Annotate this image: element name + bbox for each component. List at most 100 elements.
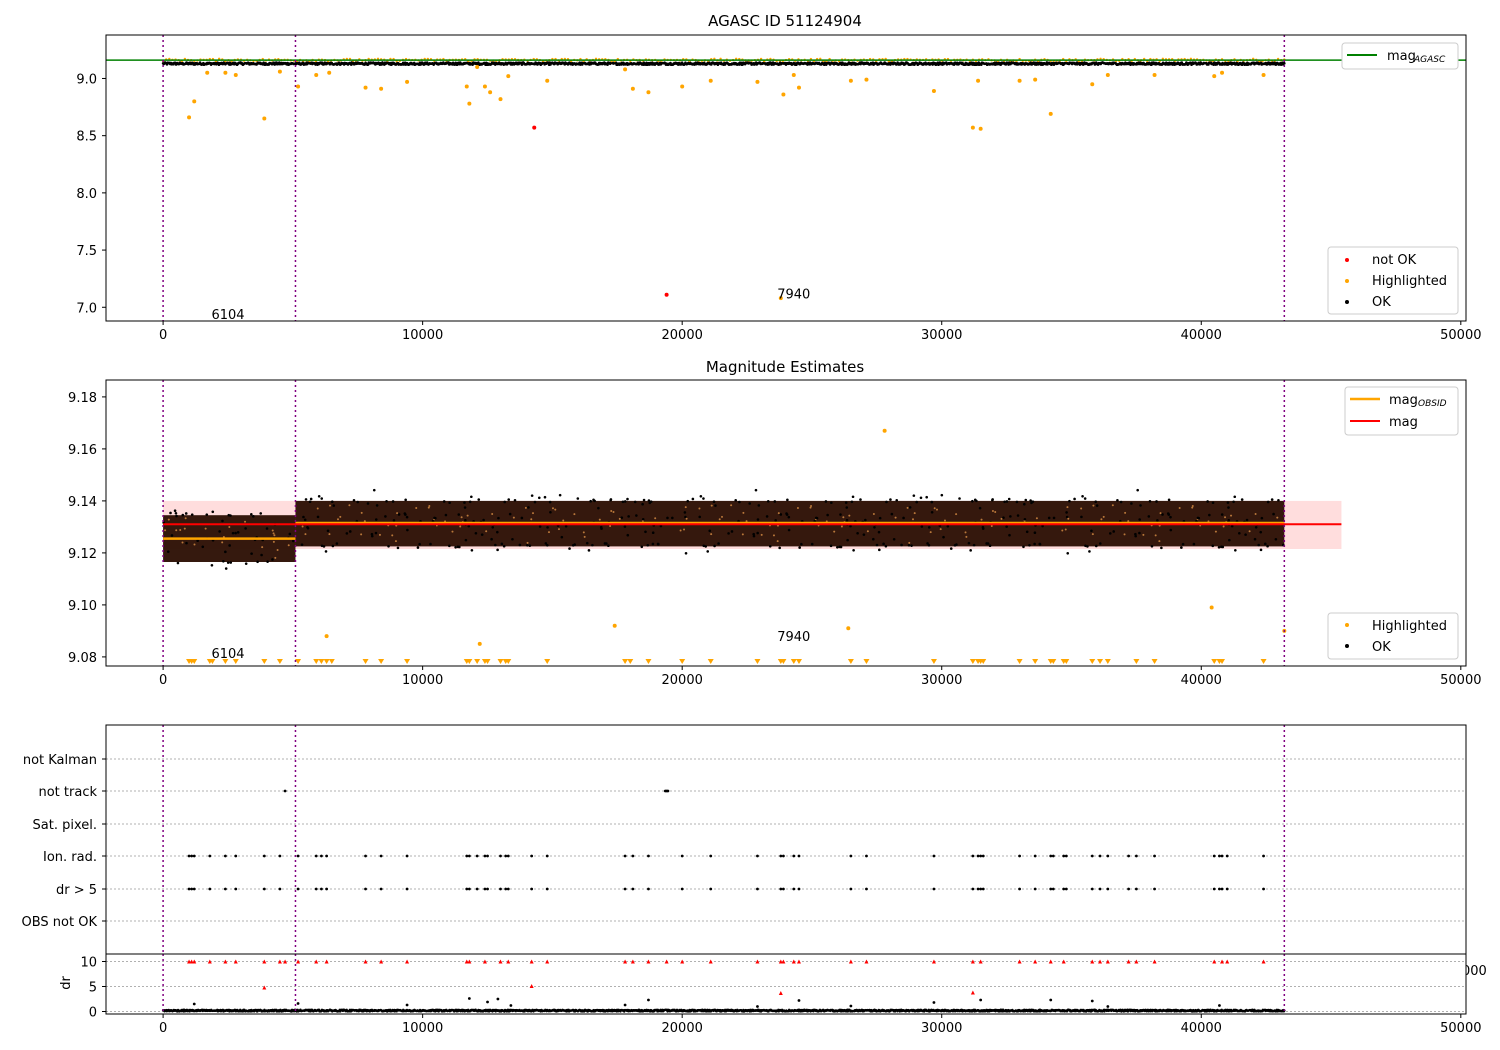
ok-point xyxy=(946,524,950,528)
ok-point xyxy=(1208,513,1211,517)
ok-point xyxy=(474,531,478,535)
ok-point xyxy=(167,518,170,521)
ok-point xyxy=(885,500,888,504)
flag-point xyxy=(1220,854,1224,858)
ok-point xyxy=(244,562,248,565)
y-tick-label: 9.14 xyxy=(68,495,97,510)
ok-point xyxy=(872,513,875,516)
flag-point xyxy=(223,854,227,858)
ok-point xyxy=(1206,500,1209,503)
ok-point xyxy=(929,531,932,534)
ok-point xyxy=(520,516,524,520)
ok-point xyxy=(259,512,263,515)
ok-point xyxy=(470,495,473,499)
flag-point xyxy=(187,854,191,858)
ok-point xyxy=(464,538,468,542)
ok-point xyxy=(889,498,892,501)
legend-line-subscript: AGASC xyxy=(1413,55,1446,65)
flag-point xyxy=(1064,887,1068,891)
ok-point xyxy=(684,551,688,555)
ok-point xyxy=(1217,546,1221,549)
highlighted-point xyxy=(755,79,760,84)
ok-point xyxy=(558,493,562,497)
ok-point xyxy=(185,541,188,545)
ok-point xyxy=(840,525,843,528)
ok-point xyxy=(884,544,888,548)
ok-point xyxy=(1257,543,1261,547)
legend-markers: not OKHighlightedOK xyxy=(1327,246,1459,315)
ok-point xyxy=(460,516,463,519)
ok-point xyxy=(1233,495,1237,499)
ok-point xyxy=(470,548,474,552)
ok-point xyxy=(366,502,370,505)
obsid-label: 6104 xyxy=(211,647,244,662)
category-label: Sat. pixel. xyxy=(33,818,97,833)
ok-point xyxy=(1102,515,1105,518)
ok-point xyxy=(374,518,378,521)
flag-point xyxy=(1090,887,1094,891)
flag-point xyxy=(709,854,713,858)
ok-point xyxy=(742,511,745,514)
ok-point xyxy=(912,494,916,497)
ok-point xyxy=(564,524,568,528)
ok-point xyxy=(683,511,687,514)
ok-point xyxy=(418,542,421,546)
ok-point xyxy=(943,519,946,522)
highlighted-point xyxy=(781,92,786,97)
ok-point xyxy=(851,495,855,499)
ok-point xyxy=(1047,516,1051,520)
highlighted-point xyxy=(970,125,975,130)
flag-point xyxy=(208,887,212,891)
ok-point xyxy=(480,533,484,536)
flag-point xyxy=(190,854,194,858)
ok-point xyxy=(274,556,277,559)
ok-point xyxy=(845,518,849,522)
flag-point xyxy=(278,887,282,891)
flag-point xyxy=(475,887,479,891)
ok-point xyxy=(309,497,313,501)
highlighted-point xyxy=(1048,111,1053,116)
ok-point xyxy=(958,497,961,500)
legend-marker xyxy=(1345,623,1349,627)
ok-point xyxy=(331,544,335,548)
ok-point xyxy=(348,504,351,507)
flag-point xyxy=(782,854,785,858)
ok-point xyxy=(1022,545,1025,549)
ok-point xyxy=(1169,515,1172,519)
x-tick-label: 30000 xyxy=(921,673,962,688)
ok-point xyxy=(986,542,990,545)
ok-point xyxy=(337,518,340,521)
ok-point xyxy=(271,529,274,532)
not-ok-point xyxy=(664,292,669,297)
highlighted-point xyxy=(796,85,801,90)
flag-point xyxy=(1212,887,1216,891)
y-tick-label: 9.18 xyxy=(68,391,97,406)
ok-point xyxy=(396,512,399,515)
ok-point xyxy=(908,541,911,544)
ok-point xyxy=(1098,542,1102,545)
ok-point xyxy=(1002,516,1005,519)
ok-point xyxy=(1226,501,1230,504)
ok-point xyxy=(906,506,909,509)
flag-point xyxy=(486,887,489,891)
ok-point xyxy=(748,502,751,505)
ok-point xyxy=(971,499,974,503)
ok-point xyxy=(562,519,565,522)
ok-point xyxy=(698,515,702,519)
ok-point xyxy=(683,528,686,531)
ok-point xyxy=(434,516,437,520)
panel-1-plot: 610479400 10000 20000 30000 40000 500007.07.5… xyxy=(76,34,1481,343)
flag-point xyxy=(1134,887,1138,891)
x-tick-label: 0 xyxy=(159,673,167,688)
ok-point xyxy=(591,543,594,547)
panel-1-title: AGASC ID 51124904 xyxy=(708,12,862,30)
flag-point xyxy=(405,854,409,858)
ok-point xyxy=(496,530,499,534)
ok-point xyxy=(1094,544,1098,548)
ok-point xyxy=(965,535,968,538)
ok-point xyxy=(930,500,934,504)
ok-point xyxy=(587,549,591,552)
ok-point xyxy=(1232,500,1235,504)
ok-point xyxy=(324,550,328,553)
ok-point xyxy=(527,506,530,509)
